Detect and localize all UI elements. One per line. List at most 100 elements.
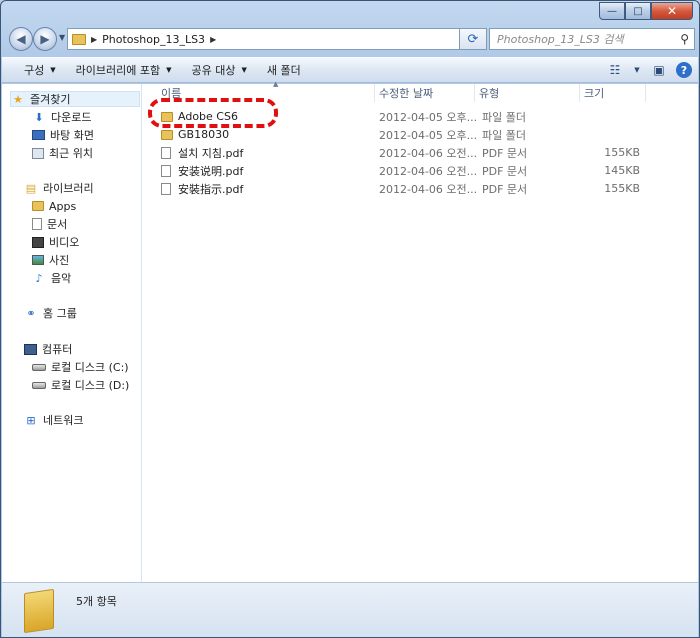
navigation-pane[interactable]: ★ 즐겨찾기 ⬇ 다운로드 바탕 화면 최근 위치 ▤ 라이브러리 Apps 문… xyxy=(2,84,142,582)
organize-menu[interactable]: 구성 ▼ xyxy=(2,58,66,82)
caption-buttons: — □ ✕ xyxy=(599,2,693,20)
sidebar-item-label: 컴퓨터 xyxy=(42,343,73,356)
sidebar-item-libraries[interactable]: ▤ 라이브러리 xyxy=(24,180,94,196)
pdf-file-icon xyxy=(161,146,171,159)
file-date: 2012-04-05 오후... xyxy=(379,110,478,124)
column-header-type[interactable]: 유형 xyxy=(475,84,580,102)
column-header-name[interactable]: ▲ 이름 xyxy=(157,80,375,102)
file-name: 설치 지침.pdf xyxy=(178,146,244,160)
pdf-file-icon xyxy=(161,164,171,177)
breadcrumb-arrow-icon[interactable]: ▶ xyxy=(210,35,216,44)
library-icon: ▤ xyxy=(25,181,37,195)
breadcrumb-arrow-icon[interactable]: ▶ xyxy=(91,35,97,44)
maximize-button[interactable]: □ xyxy=(625,2,651,20)
sidebar-item-drive-c[interactable]: 로컬 디스크 (C:) xyxy=(32,359,129,375)
desktop-icon xyxy=(32,130,45,140)
sidebar-item-homegroup[interactable]: ⚭ 홈 그룹 xyxy=(24,305,77,321)
sidebar-item-recent[interactable]: 최근 위치 xyxy=(32,145,93,161)
refresh-icon: ⟳ xyxy=(467,31,479,47)
column-header-modified[interactable]: 수정한 날짜 xyxy=(375,84,475,102)
file-row[interactable]: 安裝指示.pdf 2012-04-06 오전... PDF 문서 155KB xyxy=(157,180,640,197)
column-header-size[interactable]: 크기 xyxy=(580,84,646,102)
breadcrumb-segment[interactable]: Photoshop_13_LS3 xyxy=(102,33,205,46)
share-with-menu[interactable]: 공유 대상 ▼ xyxy=(182,58,257,82)
file-row[interactable]: Adobe CS6 2012-04-05 오후... 파일 폴더 xyxy=(157,108,637,125)
folder-icon xyxy=(72,33,86,45)
sidebar-item-label: 즐겨찾기 xyxy=(30,93,71,106)
document-icon xyxy=(32,218,42,230)
forward-button[interactable]: ▶ xyxy=(33,27,57,51)
recent-pages-chevron-down-icon[interactable]: ▼ xyxy=(59,33,65,42)
computer-icon xyxy=(24,343,37,355)
navigation-bar: ◀ ▶ ▼ ▶ Photoshop_13_LS3 ▶ ▼ ⟳ Photoshop… xyxy=(7,27,695,53)
minimize-button[interactable]: — xyxy=(599,2,625,20)
file-name: 安装说明.pdf xyxy=(178,164,244,178)
close-button[interactable]: ✕ xyxy=(651,2,693,20)
file-date: 2012-04-06 오전... xyxy=(379,146,478,160)
sidebar-item-music[interactable]: ♪ 음악 xyxy=(32,270,71,286)
file-list[interactable]: ▲ 이름 수정한 날짜 유형 크기 Adobe CS6 2012-04-05 오… xyxy=(143,80,698,582)
view-options-icon[interactable]: ☷ xyxy=(604,61,626,79)
file-name: Adobe CS6 xyxy=(178,110,238,123)
file-row[interactable]: 安装说明.pdf 2012-04-06 오전... PDF 문서 145KB xyxy=(157,162,640,179)
chevron-down-icon: ▼ xyxy=(166,66,172,74)
file-date: 2012-04-06 오전... xyxy=(379,164,478,178)
sort-ascending-icon: ▲ xyxy=(273,80,279,88)
sidebar-item-label: 홈 그룹 xyxy=(43,307,77,320)
file-date: 2012-04-06 오전... xyxy=(379,182,478,196)
view-chevron-down-icon[interactable]: ▼ xyxy=(632,61,642,79)
share-with-label: 공유 대상 xyxy=(191,64,236,77)
back-button[interactable]: ◀ xyxy=(9,27,33,51)
new-folder-button[interactable]: 새 폴더 xyxy=(257,58,311,82)
sidebar-item-label: 다운로드 xyxy=(51,111,92,124)
chevron-down-icon: ▼ xyxy=(241,66,247,74)
file-type: PDF 문서 xyxy=(482,146,528,160)
sidebar-item-downloads[interactable]: ⬇ 다운로드 xyxy=(32,109,91,125)
file-type: PDF 문서 xyxy=(482,164,528,178)
folder-icon xyxy=(161,129,173,140)
back-arrow-icon: ◀ xyxy=(16,32,26,46)
sidebar-item-favorites[interactable]: ★ 즐겨찾기 xyxy=(10,91,140,107)
organize-label: 구성 xyxy=(24,64,45,77)
folder-icon xyxy=(24,588,54,634)
sidebar-item-videos[interactable]: 비디오 xyxy=(32,234,79,250)
address-bar[interactable]: ▶ Photoshop_13_LS3 ▶ ▼ xyxy=(67,28,487,50)
help-icon[interactable]: ? xyxy=(676,62,692,78)
explorer-window: — □ ✕ ◀ ▶ ▼ ▶ Photoshop_13_LS3 ▶ ▼ ⟳ Pho… xyxy=(0,0,700,638)
search-input[interactable]: Photoshop_13_LS3 검색 ⚲ xyxy=(489,28,695,50)
sidebar-item-computer[interactable]: 컴퓨터 xyxy=(24,341,72,357)
sidebar-item-label: 문서 xyxy=(47,218,68,231)
sidebar-item-apps[interactable]: Apps xyxy=(32,198,76,214)
sidebar-item-label: 로컬 디스크 (C:) xyxy=(51,361,129,374)
sidebar-item-label: 라이브러리 xyxy=(43,182,94,195)
refresh-button[interactable]: ⟳ xyxy=(459,28,487,50)
search-icon[interactable]: ⚲ xyxy=(680,32,689,46)
file-name: GB18030 xyxy=(178,128,230,141)
preview-pane-icon[interactable]: ▣ xyxy=(648,61,670,79)
item-count: 5개 항목 xyxy=(76,595,117,608)
music-note-icon: ♪ xyxy=(35,271,43,285)
sidebar-item-label: 바탕 화면 xyxy=(50,129,94,142)
sidebar-item-label: 최근 위치 xyxy=(49,147,93,160)
search-placeholder: Photoshop_13_LS3 검색 xyxy=(497,33,624,46)
content-area: ★ 즐겨찾기 ⬇ 다운로드 바탕 화면 최근 위치 ▤ 라이브러리 Apps 문… xyxy=(2,80,698,582)
sidebar-item-desktop[interactable]: 바탕 화면 xyxy=(32,127,94,143)
folder-icon xyxy=(161,111,173,122)
details-pane: 5개 항목 xyxy=(2,582,698,637)
sidebar-item-pictures[interactable]: 사진 xyxy=(32,252,69,268)
forward-arrow-icon: ▶ xyxy=(40,32,50,46)
file-date: 2012-04-05 오후... xyxy=(379,128,478,142)
sidebar-item-label: 음악 xyxy=(51,272,72,285)
column-header-label: 이름 xyxy=(161,87,182,100)
chevron-down-icon: ▼ xyxy=(50,66,56,74)
sidebar-item-documents[interactable]: 문서 xyxy=(32,216,67,232)
column-header-label: 유형 xyxy=(479,87,500,100)
video-icon xyxy=(32,236,44,248)
file-row[interactable]: 설치 지침.pdf 2012-04-06 오전... PDF 문서 155KB xyxy=(157,144,640,161)
include-in-library-menu[interactable]: 라이브러리에 포함 ▼ xyxy=(66,58,182,82)
sidebar-item-label: 비디오 xyxy=(49,236,80,249)
sidebar-item-network[interactable]: ⊞ 네트워크 xyxy=(24,412,83,428)
picture-icon xyxy=(32,255,44,265)
sidebar-item-drive-d[interactable]: 로컬 디스크 (D:) xyxy=(32,377,129,393)
file-row[interactable]: GB18030 2012-04-05 오후... 파일 폴더 xyxy=(157,126,637,143)
